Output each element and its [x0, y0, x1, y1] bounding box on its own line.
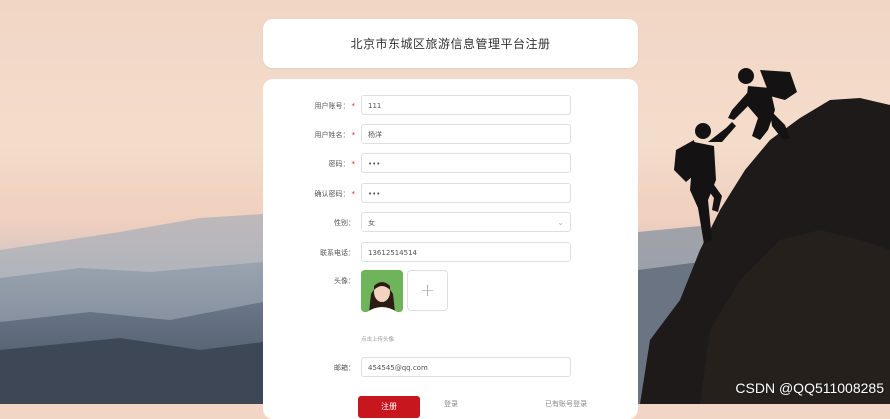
upload-avatar-button[interactable]: + — [407, 270, 448, 311]
row-password: 密码： * ••• — [263, 153, 638, 175]
phone-label: 联系电话： — [320, 249, 355, 257]
avatar-hint: 点击上传头像 — [361, 337, 395, 343]
confirm-label: 确认密码： * — [314, 190, 356, 198]
avatar-image[interactable] — [361, 270, 403, 312]
name-input[interactable]: 杨洋 — [361, 124, 571, 144]
row-gender: 性别： 女 ⌄ — [263, 212, 638, 234]
account-label: 用户账号： * — [314, 102, 356, 110]
required-mark: * — [351, 131, 356, 139]
gender-select[interactable]: 女 ⌄ — [361, 212, 571, 232]
confirm-password-input[interactable]: ••• — [361, 183, 571, 203]
password-input[interactable]: ••• — [361, 153, 571, 173]
phone-input[interactable]: 13612514514 — [361, 242, 571, 262]
email-label: 邮箱： — [334, 364, 355, 372]
avatar-label: 头像： — [334, 277, 355, 285]
email-input[interactable]: 454545@qq.com — [361, 357, 571, 377]
row-name: 用户姓名： * 杨洋 — [263, 124, 638, 146]
register-button[interactable]: 注册 — [358, 396, 420, 418]
chevron-down-icon: ⌄ — [557, 218, 564, 227]
plus-icon: + — [419, 280, 436, 301]
title-card: 北京市东城区旅游信息管理平台注册 — [263, 19, 638, 68]
required-mark: * — [351, 102, 356, 110]
required-mark: * — [351, 190, 356, 198]
page-title: 北京市东城区旅游信息管理平台注册 — [350, 37, 551, 51]
required-mark: * — [351, 160, 356, 168]
watermark: CSDN @QQ511008285 — [735, 380, 884, 396]
existing-account-link[interactable]: 已有账号登录 — [545, 399, 587, 409]
password-label: 密码： * — [328, 160, 356, 168]
gender-label: 性别： — [334, 219, 355, 227]
row-email: 邮箱： 454545@qq.com — [263, 357, 638, 379]
register-form: 用户账号： * 111 用户姓名： * 杨洋 密码： * ••• 确认密码： * •••… — [263, 79, 638, 419]
gender-value: 女 — [368, 219, 375, 227]
row-avatar: 头像： + — [263, 270, 638, 316]
name-label: 用户姓名： * — [314, 131, 356, 139]
row-phone: 联系电话： 13612514514 — [263, 242, 638, 264]
login-link[interactable]: 登录 — [444, 399, 458, 409]
row-confirm: 确认密码： * ••• — [263, 183, 638, 205]
account-input[interactable]: 111 — [361, 95, 571, 115]
row-account: 用户账号： * 111 — [263, 95, 638, 117]
